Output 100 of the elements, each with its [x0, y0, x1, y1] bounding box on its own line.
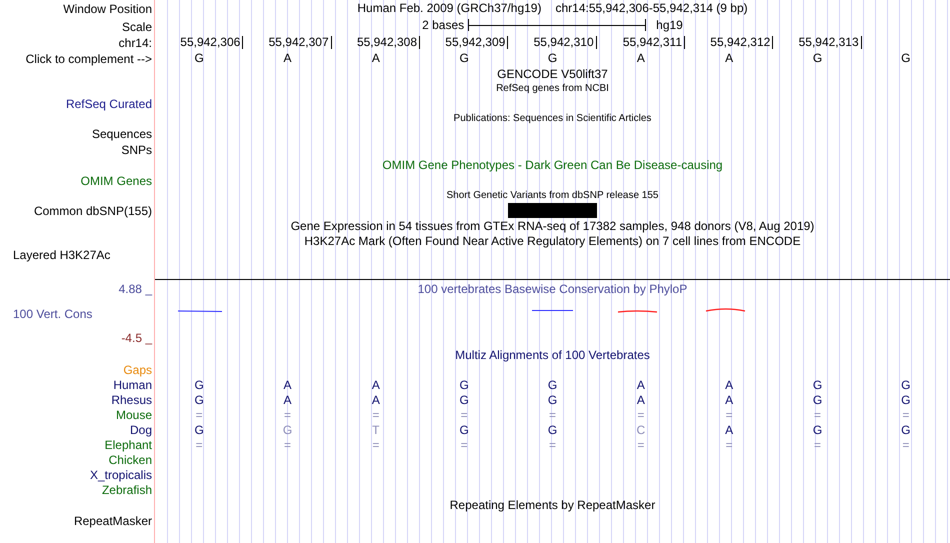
complement-link[interactable]: Click to complement --> [26, 52, 155, 66]
track-label[interactable]: SNPs [121, 143, 155, 157]
aligned-base: = [196, 408, 203, 422]
aligned-base: = [814, 408, 821, 422]
base-letter: A [372, 51, 380, 65]
species-label: Human [113, 378, 153, 392]
aligned-base: G [194, 422, 204, 436]
species-label: Dog [130, 423, 153, 437]
track-label[interactable]: RepeatMasker [74, 514, 155, 528]
aligned-base: A [283, 378, 292, 392]
track-title: 100 vertebrates Basewise Conservation by PhyloP [418, 282, 688, 296]
aligned-base: G [282, 422, 292, 436]
aligned-base: G [812, 392, 822, 406]
position-tick-label: 55,942,309 [445, 36, 508, 48]
position-tick-label: 55,942,313 [798, 36, 862, 48]
aligned-base: A [725, 392, 734, 406]
aligned-base: G [901, 392, 910, 406]
aligned-base: A [372, 378, 380, 392]
species-label: Rhesus [111, 393, 153, 407]
location-text: chr14:55,942,306-55,942,314 (9 bp) [555, 1, 748, 15]
aligned-base: = [460, 408, 468, 422]
aligned-base: G [548, 422, 558, 436]
track-title: Gene Expression in 54 tissues from GTEx RNA-seq of 17382 samples, 948 donors (V8, Aug 2019) [290, 218, 814, 232]
aligned-base: G [459, 422, 469, 436]
aligned-base: G [194, 392, 204, 406]
aligned-base: = [726, 408, 733, 422]
base-letter: A [283, 51, 292, 65]
aligned-base: G [459, 378, 469, 392]
track-label[interactable]: Sequences [92, 127, 155, 141]
base-letter: G [194, 51, 204, 65]
aligned-base: A [636, 392, 645, 406]
track-title: Multiz Alignments of 100 Vertebrates [455, 348, 650, 362]
aligned-base: = [814, 438, 821, 452]
base-letter: G [812, 51, 822, 65]
aligned-base: = [548, 438, 556, 452]
aligned-base: T [372, 422, 380, 436]
track-label[interactable]: Layered H3K27Ac [0, 248, 110, 262]
position-tick-label: 55,942,306 [180, 36, 244, 48]
base-letter: A [636, 51, 645, 65]
axis-max-label: 4.88 _ [118, 282, 154, 296]
species-label: Gaps [123, 363, 153, 377]
species-label: X_tropicalis [90, 468, 153, 482]
track-label[interactable]: 100 Vert. Cons [0, 306, 92, 320]
track-title: H3K27Ac Mark (Often Found Near Active Regulatory Elements) on 7 cell lines from ENCODE [304, 234, 801, 248]
track-title: Short Genetic Variants from dbSNP release 155 [446, 190, 658, 200]
track-title: RefSeq genes from NCBI [496, 82, 609, 94]
species-label: Elephant [104, 438, 153, 452]
track-label[interactable]: Common dbSNP(155) [34, 204, 155, 218]
aligned-base: = [460, 438, 468, 452]
aligned-base: = [372, 408, 380, 422]
scale-assembly: hg19 [656, 18, 683, 32]
aligned-base: = [548, 408, 556, 422]
row-label: chr14: [118, 36, 153, 50]
row-label: Window Position [63, 2, 153, 16]
aligned-base: G [459, 392, 469, 406]
aligned-base: G [548, 378, 558, 392]
aligned-base: A [725, 422, 734, 436]
aligned-base: G [901, 378, 910, 392]
position-tick-label: 55,942,312 [710, 36, 774, 48]
aligned-base: = [196, 438, 203, 452]
aligned-base: G [812, 378, 822, 392]
track-title: GENCODE V50lift37 [497, 66, 608, 80]
aligned-base: A [283, 392, 292, 406]
aligned-base: A [725, 378, 734, 392]
position-tick-label: 55,942,310 [534, 36, 597, 48]
species-label: Mouse [116, 408, 153, 422]
track-title: OMIM Gene Phenotypes - Dark Green Can Be Disease-causing [382, 158, 723, 172]
aligned-base: A [636, 378, 645, 392]
aligned-base: = [902, 438, 910, 452]
species-label: Chicken [108, 453, 153, 467]
aligned-base: = [637, 438, 644, 452]
track-title: Repeating Elements by RepeatMasker [450, 498, 656, 512]
base-letter: G [548, 51, 558, 65]
position-tick-label: 55,942,311 [622, 36, 685, 48]
aligned-base: G [548, 392, 558, 406]
aligned-base: = [902, 408, 910, 422]
base-letter: G [459, 51, 469, 65]
aligned-base: = [284, 408, 291, 422]
track-label[interactable]: OMIM Genes [80, 174, 155, 188]
axis-min-label: -4.5 _ [121, 331, 154, 345]
species-label: Zebrafish [102, 483, 153, 497]
aligned-base: = [284, 438, 291, 452]
aligned-base: = [372, 438, 380, 452]
aligned-base: = [726, 438, 733, 452]
base-letter: G [901, 51, 910, 65]
position-tick-label: 55,942,307 [268, 36, 332, 48]
base-letter: A [725, 51, 734, 65]
aligned-base: G [812, 422, 822, 436]
position-tick-label: 55,942,308 [356, 36, 420, 48]
aligned-base: G [194, 378, 204, 392]
assembly-text: Human Feb. 2009 (GRCh37/hg19) [357, 1, 542, 15]
aligned-base: G [901, 422, 910, 436]
track-label[interactable]: RefSeq Curated [66, 97, 155, 111]
scale-text: 2 bases [422, 18, 464, 32]
row-label: Scale [122, 20, 153, 34]
aligned-base: A [372, 392, 380, 406]
variant-bar[interactable] [508, 202, 597, 218]
aligned-base: = [637, 408, 644, 422]
aligned-base: C [636, 422, 646, 436]
track-title: Publications: Sequences in Scientific Articles [454, 112, 652, 124]
